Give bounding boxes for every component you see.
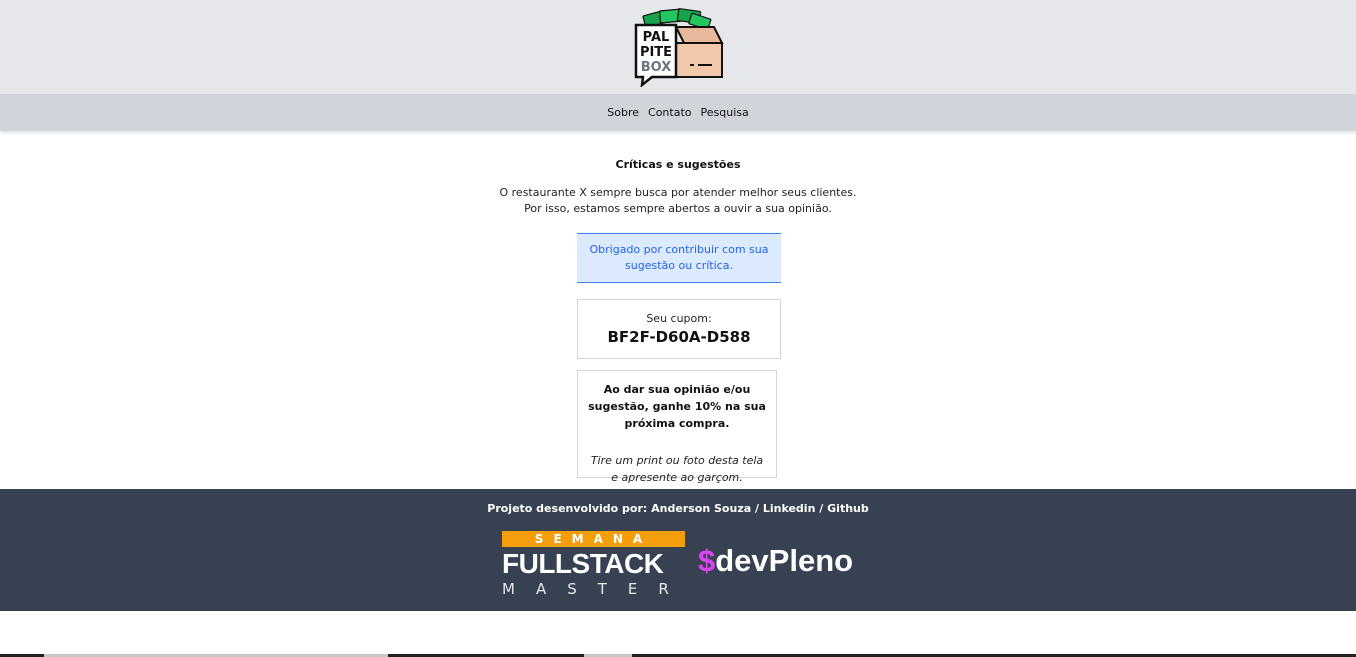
- devpleno-logo[interactable]: $devPleno: [698, 541, 853, 581]
- intro-line-2: Por isso, estamos sempre abertos a ouvir…: [524, 202, 832, 215]
- site-header: PAL PITE BOX: [0, 0, 1356, 94]
- nav-link-pesquisa[interactable]: Pesquisa: [701, 106, 749, 119]
- site-footer: Projeto desenvolvido por: Anderson Souza…: [0, 489, 1356, 611]
- intro-line-1: O restaurante X sempre busca por atender…: [499, 186, 857, 199]
- fullstack-logo-bottom: MASTER: [502, 580, 690, 598]
- promo-instruction-text: Tire um print ou foto desta tela e apres…: [590, 454, 764, 484]
- main-nav: Sobre Contato Pesquisa: [0, 94, 1356, 131]
- svg-text:PITE: PITE: [640, 45, 672, 60]
- devpleno-dollar: $: [698, 543, 716, 578]
- coupon-box: Seu cupom: BF2F-D60A-D588: [577, 299, 781, 359]
- coupon-label: Seu cupom:: [646, 312, 712, 325]
- nav-link-sobre[interactable]: Sobre: [607, 106, 639, 119]
- fullstack-logo-middle: FULLSTACK: [502, 548, 664, 579]
- fullstack-logo-top: SEMANA: [502, 531, 685, 547]
- nav-link-contato[interactable]: Contato: [648, 106, 691, 119]
- svg-text:BOX: BOX: [641, 60, 672, 75]
- credits-prefix: Projeto desenvolvido por: Anderson Souza…: [487, 502, 759, 515]
- palpitebox-logo[interactable]: PAL PITE BOX: [630, 7, 726, 87]
- promo-box: Ao dar sua opinião e/ou sugestão, ganhe …: [577, 370, 777, 484]
- footer-credits: Projeto desenvolvido por: Anderson Souza…: [0, 502, 1356, 515]
- promo-offer-text: Ao dar sua opinião e/ou sugestão, ganhe …: [588, 383, 766, 430]
- coupon-code: BF2F-D60A-D588: [607, 328, 751, 346]
- thanks-alert: Obrigado por contribuir com sua sugestão…: [577, 233, 781, 283]
- github-link[interactable]: Github: [827, 502, 869, 515]
- devpleno-text: devPleno: [715, 543, 854, 578]
- thanks-message: Obrigado por contribuir com sua sugestão…: [589, 243, 769, 272]
- intro-text: O restaurante X sempre busca por atender…: [0, 185, 1356, 217]
- fullstack-master-logo[interactable]: SEMANA FULLSTACK MASTER: [502, 531, 687, 599]
- page-title: Críticas e sugestões: [615, 158, 741, 171]
- credits-separator: /: [819, 502, 824, 515]
- svg-text:PAL: PAL: [643, 30, 670, 45]
- linkedin-link[interactable]: Linkedin: [763, 502, 816, 515]
